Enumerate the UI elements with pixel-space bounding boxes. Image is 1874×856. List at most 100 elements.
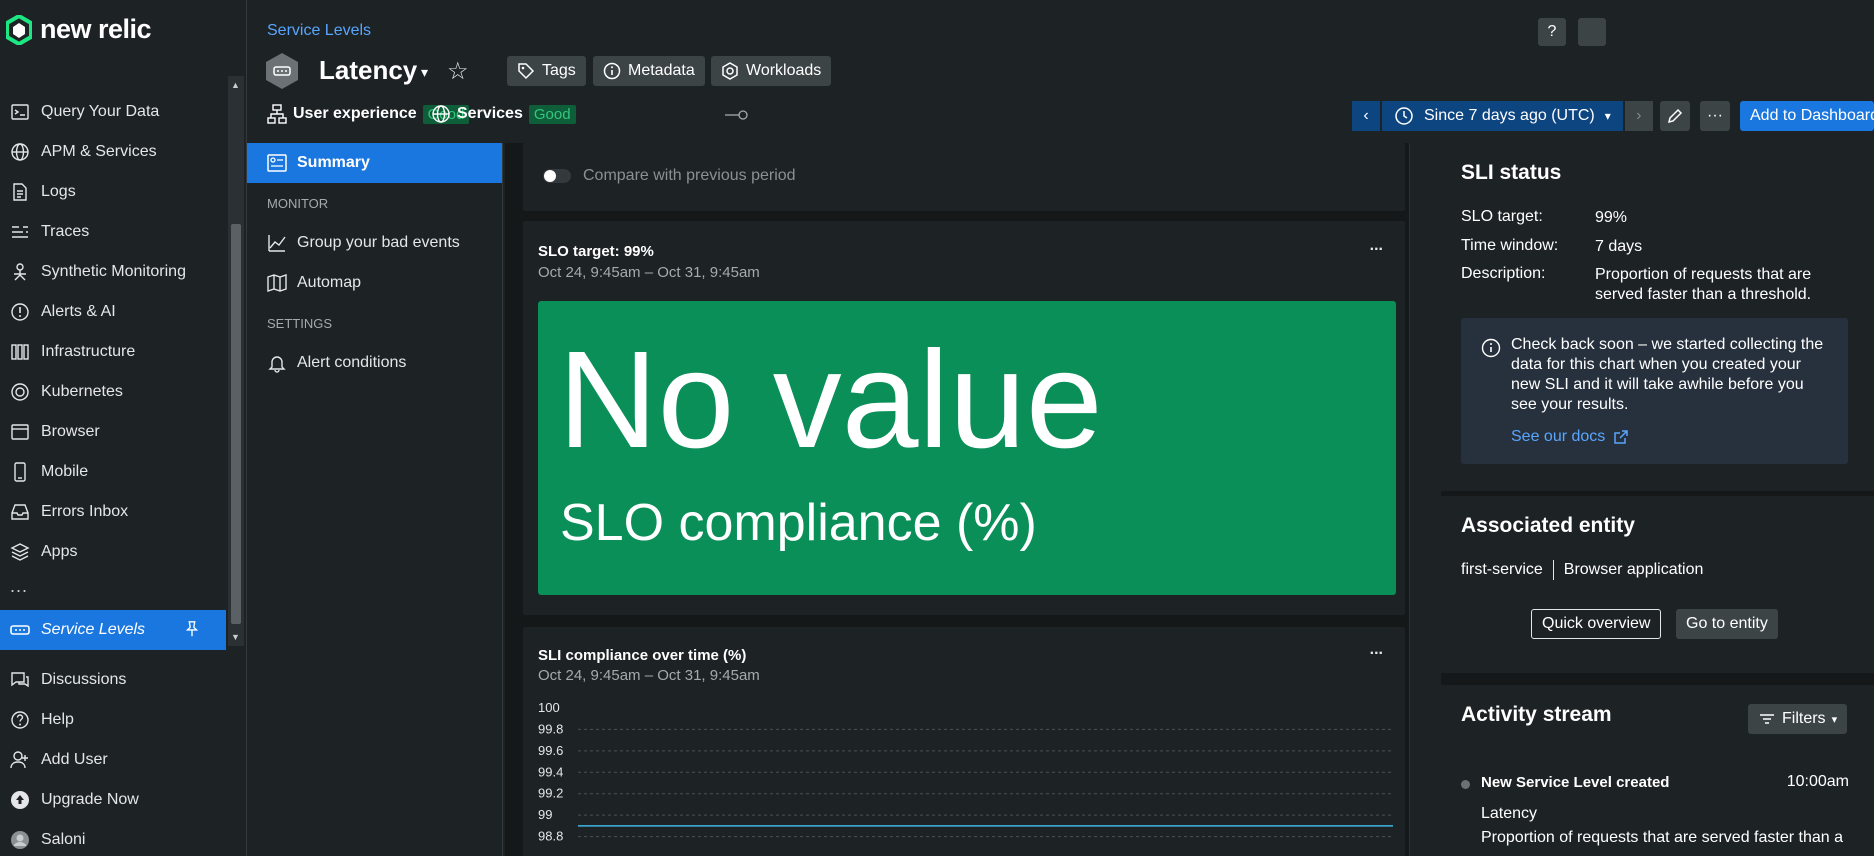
activity-title[interactable]: New Service Level created	[1481, 774, 1669, 791]
nav-item-synthetic-monitoring[interactable]: Synthetic Monitoring	[0, 252, 228, 292]
page-header: Service Levels Latency ▾ ☆ Tags Metadata…	[247, 0, 1874, 140]
edit-button[interactable]	[1660, 101, 1690, 131]
panel-time-range: Oct 24, 9:45am – Oct 31, 9:45am	[538, 667, 760, 684]
brand-name: new relic	[40, 14, 152, 44]
nav-scroll-thumb[interactable]	[231, 224, 241, 624]
nav-item-service-levels[interactable]: Service Levels	[0, 610, 226, 650]
globe-icon	[11, 143, 29, 161]
go-to-entity-button[interactable]: Go to entity	[1676, 609, 1778, 639]
card-title: Associated entity	[1461, 514, 1635, 537]
scroll-down-icon[interactable]: ▼	[231, 632, 240, 642]
panel-more-button[interactable]: ...	[1370, 641, 1383, 659]
status-badge: Good	[528, 104, 576, 124]
chevron-down-icon[interactable]: ▾	[421, 64, 428, 81]
add-to-dashboard-button[interactable]: Add to Dashboard	[1740, 101, 1874, 131]
nav-item-label: Kubernetes	[41, 383, 123, 400]
nav-item-mobile[interactable]: Mobile	[0, 452, 228, 492]
page-title[interactable]: Latency	[319, 55, 417, 86]
alert-icon	[11, 303, 29, 321]
time-range-button[interactable]: Since 7 days ago (UTC) ▾	[1382, 101, 1623, 131]
info-icon	[1481, 338, 1501, 358]
more-actions-button[interactable]: ···	[1700, 101, 1730, 131]
y-tick-label: 99	[538, 807, 552, 822]
nav-bottom-upgrade-now[interactable]: Upgrade Now	[0, 780, 247, 820]
nav-item-label: Alerts & AI	[41, 303, 116, 320]
nav-scrollbar[interactable]: ▲ ▼	[228, 76, 244, 646]
related-entity-services[interactable]: Services Good	[431, 104, 576, 124]
pin-icon[interactable]	[183, 620, 201, 638]
entity-info[interactable]: first-service Browser application	[1461, 560, 1703, 580]
time-picker: ‹ Since 7 days ago (UTC) ▾ ›	[1352, 101, 1653, 131]
tags-button[interactable]: Tags	[507, 56, 586, 86]
nav-bottom-discussions[interactable]: Discussions	[0, 660, 247, 700]
subnav-group-bad-events[interactable]: Group your bad events	[247, 223, 502, 263]
infrastructure-icon	[11, 344, 29, 360]
billboard-value: No value	[558, 323, 1103, 477]
add-user-icon	[10, 751, 28, 769]
nav-item-logs[interactable]: Logs	[0, 172, 228, 212]
more-icon: ···	[1707, 107, 1723, 124]
quick-overview-button[interactable]: Quick overview	[1531, 609, 1662, 639]
clock-icon	[1395, 107, 1413, 125]
map-icon	[267, 274, 287, 292]
summary-icon	[267, 154, 287, 172]
main-scrollbar[interactable]: ▲ ▼	[1409, 143, 1410, 856]
nav-item-query-your-data[interactable]: Query Your Data	[0, 92, 228, 132]
nav-item-alerts-ai[interactable]: Alerts & AI	[0, 292, 228, 332]
discussions-icon	[11, 672, 29, 688]
sli-status-card: SLI status SLO target: 99% Time window: …	[1441, 143, 1874, 491]
nav-item-label: Logs	[41, 183, 76, 200]
nav-item-label: Infrastructure	[41, 343, 136, 360]
share-button[interactable]	[1578, 18, 1606, 46]
time-prev-button[interactable]: ‹	[1352, 101, 1380, 131]
nav-item-apm-services[interactable]: APM & Services	[0, 132, 228, 172]
workloads-icon	[722, 62, 738, 80]
nav-item-label: Help	[41, 711, 74, 728]
pencil-icon	[1667, 108, 1683, 124]
card-title: Activity stream	[1461, 703, 1612, 726]
compare-panel: Compare with previous period	[523, 143, 1405, 211]
nav-item-kubernetes[interactable]: Kubernetes	[0, 372, 228, 412]
subnav-alert-conditions[interactable]: Alert conditions	[247, 343, 502, 383]
nav-bottom-add-user[interactable]: Add User	[0, 740, 247, 780]
filters-button[interactable]: Filters ▾	[1748, 704, 1848, 734]
nav-item-infrastructure[interactable]: Infrastructure	[0, 332, 228, 372]
main-content: Compare with previous period SLO target:…	[505, 143, 1410, 856]
entity-type: Browser application	[1563, 561, 1704, 578]
scroll-up-icon[interactable]: ▲	[231, 80, 240, 90]
favorite-star-icon[interactable]: ☆	[447, 57, 469, 86]
nav-bottom-help[interactable]: Help	[0, 700, 247, 740]
metadata-button[interactable]: Metadata	[593, 56, 705, 86]
subnav-summary[interactable]: Summary	[247, 143, 502, 183]
help-icon: ?	[1547, 23, 1557, 40]
globe-icon	[432, 105, 450, 123]
nav-item-label: Upgrade Now	[41, 791, 139, 808]
workloads-button[interactable]: Workloads	[711, 56, 832, 86]
docs-link[interactable]: See our docs	[1511, 428, 1629, 446]
nav-more[interactable]: ...	[10, 576, 28, 597]
panel-more-button[interactable]: ...	[1370, 237, 1383, 255]
subnav-heading-settings: SETTINGS	[267, 315, 333, 331]
nav-item-browser[interactable]: Browser	[0, 412, 228, 452]
sli-line-chart: 10099.899.699.499.29998.898.6	[538, 700, 1396, 856]
nav-item-label: Errors Inbox	[41, 503, 129, 520]
chevron-left-icon: ‹	[1363, 107, 1369, 124]
subnav-automap[interactable]: Automap	[247, 263, 502, 303]
nav-item-traces[interactable]: Traces	[0, 212, 228, 252]
hierarchy-icon	[267, 104, 287, 124]
nav-item-apps[interactable]: Apps	[0, 532, 228, 572]
compare-toggle-row[interactable]: Compare with previous period	[543, 167, 796, 185]
query-icon	[11, 104, 29, 120]
slo-target-row: SLO target: 99%	[1461, 208, 1628, 226]
nav-item-errors-inbox[interactable]: Errors Inbox	[0, 492, 228, 532]
panel-title: SLI compliance over time (%)	[538, 647, 747, 664]
help-button[interactable]: ?	[1538, 18, 1566, 46]
y-tick-label: 100	[538, 700, 560, 715]
time-next-button[interactable]: ›	[1624, 101, 1653, 131]
new-relic-logo[interactable]: new relic	[6, 14, 152, 45]
breadcrumb[interactable]: Service Levels	[267, 22, 371, 40]
activity-description: Proportion of requests that are served f…	[1481, 829, 1843, 846]
nav-bottom-saloni[interactable]: Saloni	[0, 820, 247, 856]
compare-toggle[interactable]	[543, 169, 571, 183]
chevron-right-icon: ›	[1636, 107, 1642, 124]
